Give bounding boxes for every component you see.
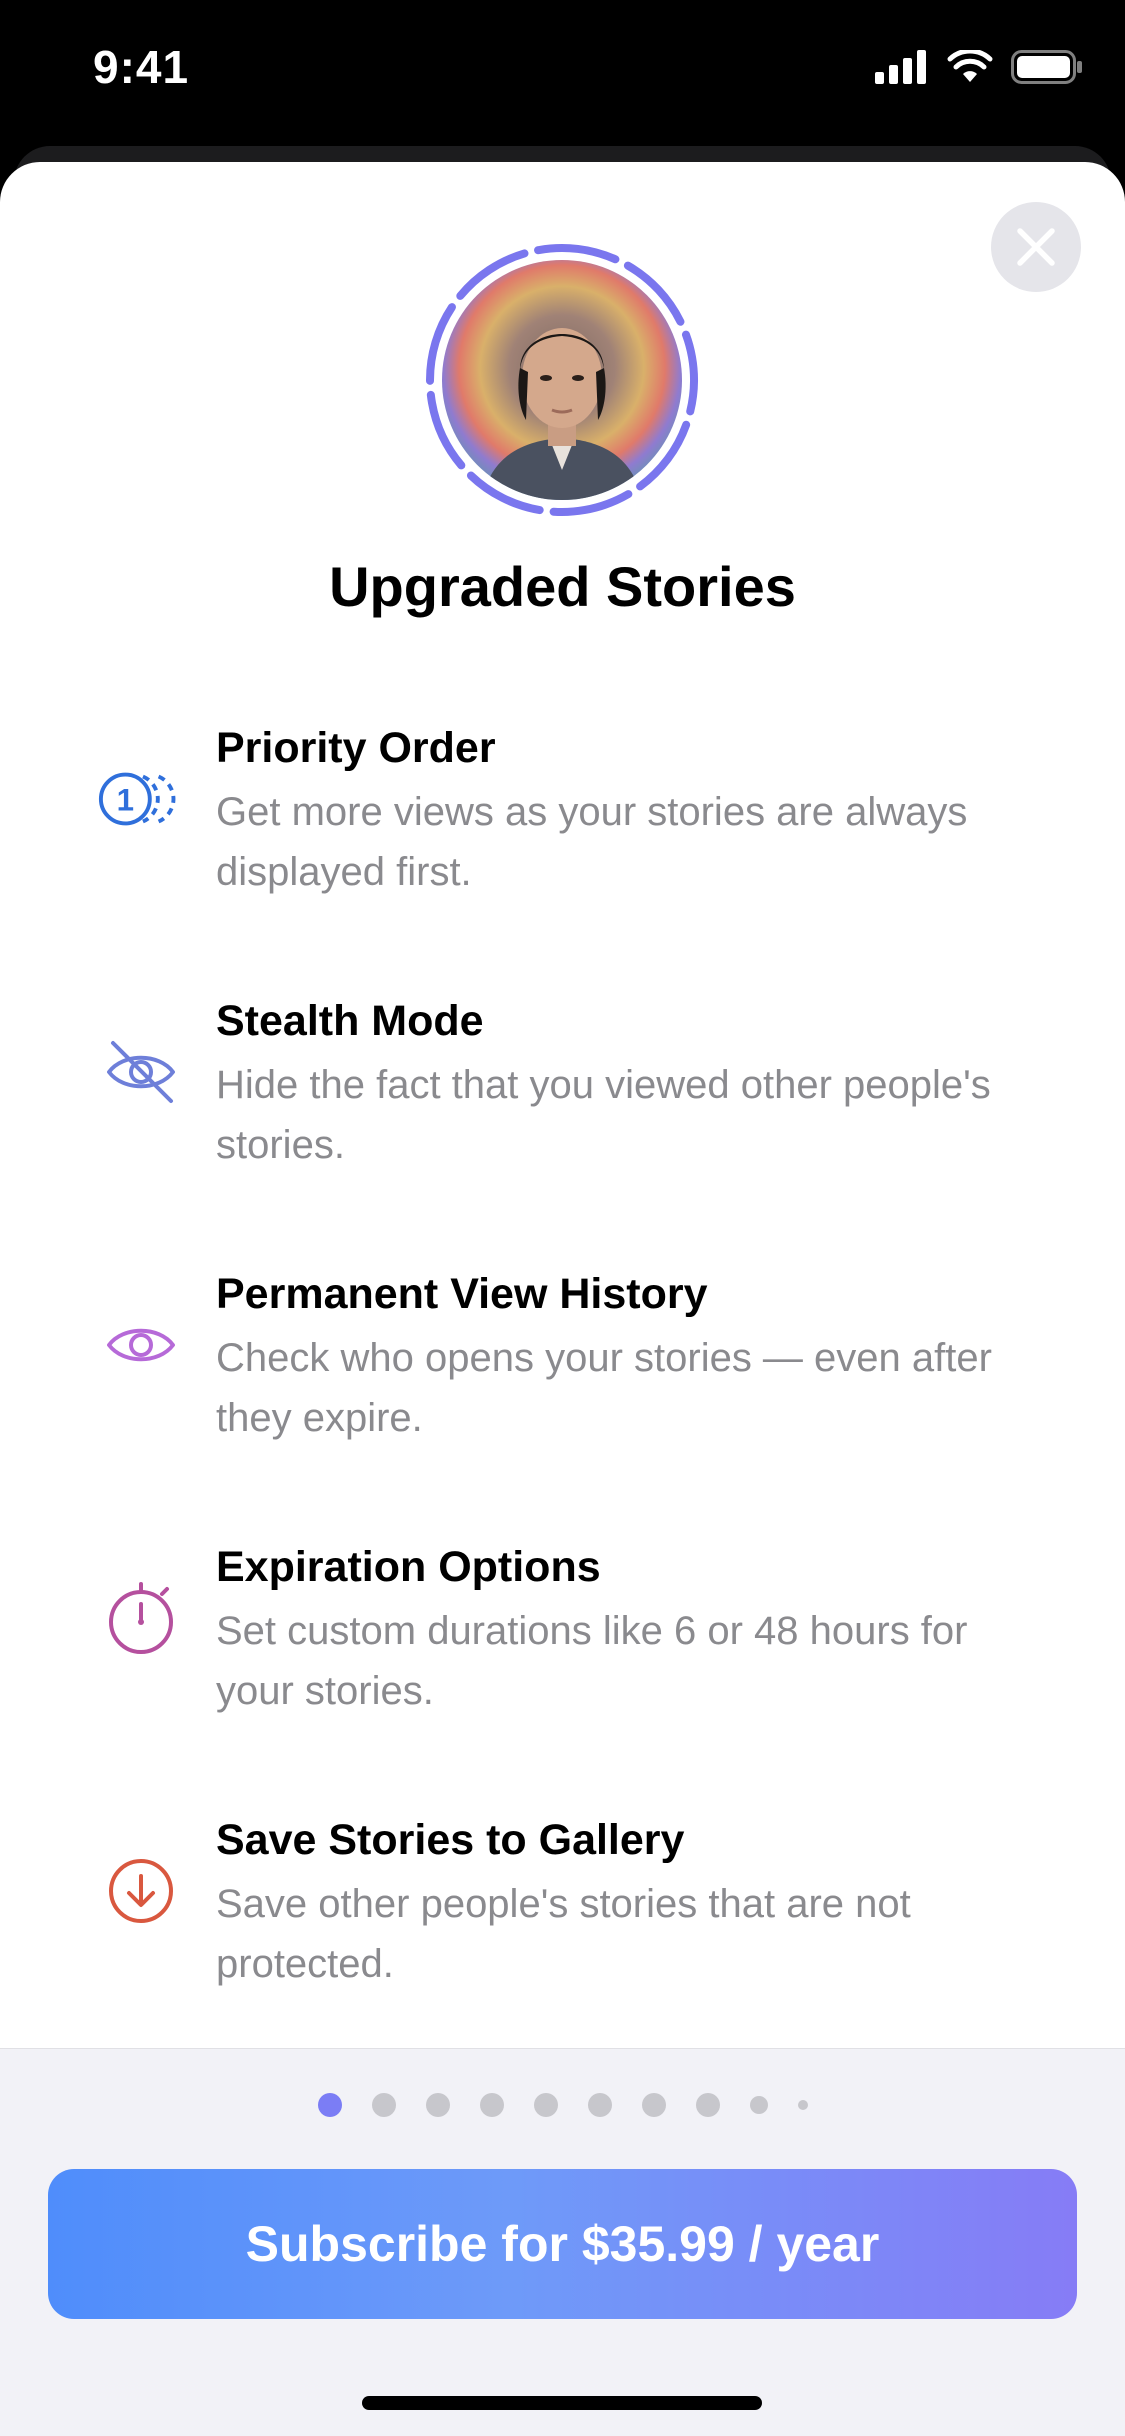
page-dot[interactable] bbox=[695, 2093, 720, 2117]
sheet-title: Upgraded Stories bbox=[329, 555, 796, 618]
close-icon bbox=[1017, 228, 1055, 266]
home-indicator[interactable] bbox=[362, 2396, 762, 2410]
feature-description: Save other people's stories that are not… bbox=[216, 1882, 911, 1986]
wifi-icon bbox=[947, 50, 993, 82]
page-dot[interactable] bbox=[371, 2093, 396, 2117]
page-dot[interactable] bbox=[641, 2093, 666, 2117]
page-dot[interactable] bbox=[749, 2096, 768, 2114]
feature-expiration-options: Expiration Options Set custom durations … bbox=[0, 1543, 1125, 1763]
page-indicator bbox=[0, 2093, 1125, 2117]
subscribe-button[interactable]: Subscribe for $35.99 / year bbox=[48, 2169, 1077, 2319]
cellular-signal-icon bbox=[875, 50, 926, 84]
premium-sheet: Upgraded Stories 1 Priority Order Get mo… bbox=[0, 162, 1125, 2436]
sheet-footer: Subscribe for $35.99 / year bbox=[0, 2048, 1125, 2436]
feature-save-to-gallery: Save Stories to Gallery Save other peopl… bbox=[0, 1816, 1125, 2036]
story-avatar bbox=[424, 242, 700, 518]
page-dot[interactable] bbox=[533, 2093, 558, 2117]
page-dot[interactable] bbox=[317, 2093, 342, 2117]
stopwatch-icon bbox=[109, 1582, 173, 1654]
feature-title: Permanent View History bbox=[216, 1270, 708, 1318]
feature-title: Save Stories to Gallery bbox=[216, 1816, 685, 1864]
feature-priority-order: 1 Priority Order Get more views as your … bbox=[0, 724, 1125, 944]
page-dot[interactable] bbox=[797, 2100, 808, 2110]
page-dot[interactable] bbox=[479, 2093, 504, 2117]
avatar-photo bbox=[442, 260, 682, 500]
battery-icon bbox=[1011, 50, 1082, 84]
priority-order-icon: 1 bbox=[98, 772, 176, 826]
feature-stealth-mode: Stealth Mode Hide the fact that you view… bbox=[0, 997, 1125, 1217]
download-circle-icon bbox=[109, 1859, 173, 1923]
feature-title: Expiration Options bbox=[216, 1543, 601, 1591]
feature-description: Get more views as your stories are alway… bbox=[216, 790, 968, 894]
page-dot[interactable] bbox=[425, 2093, 450, 2117]
eye-slash-icon bbox=[107, 1041, 175, 1103]
status-bar: 9:41 bbox=[0, 0, 1125, 150]
feature-description: Check who opens your stories — even afte… bbox=[216, 1336, 992, 1440]
status-time: 9:41 bbox=[93, 41, 190, 93]
status-icons bbox=[875, 50, 1083, 84]
feature-permanent-view-history: Permanent View History Check who opens y… bbox=[0, 1270, 1125, 1490]
eye-icon bbox=[107, 1328, 175, 1362]
feature-title: Priority Order bbox=[216, 724, 496, 772]
page-dot[interactable] bbox=[587, 2093, 612, 2117]
svg-text:1: 1 bbox=[117, 783, 134, 818]
feature-description: Hide the fact that you viewed other peop… bbox=[216, 1063, 991, 1167]
feature-title: Stealth Mode bbox=[216, 997, 484, 1045]
feature-description: Set custom durations like 6 or 48 hours … bbox=[216, 1609, 968, 1713]
close-button[interactable] bbox=[991, 202, 1081, 292]
